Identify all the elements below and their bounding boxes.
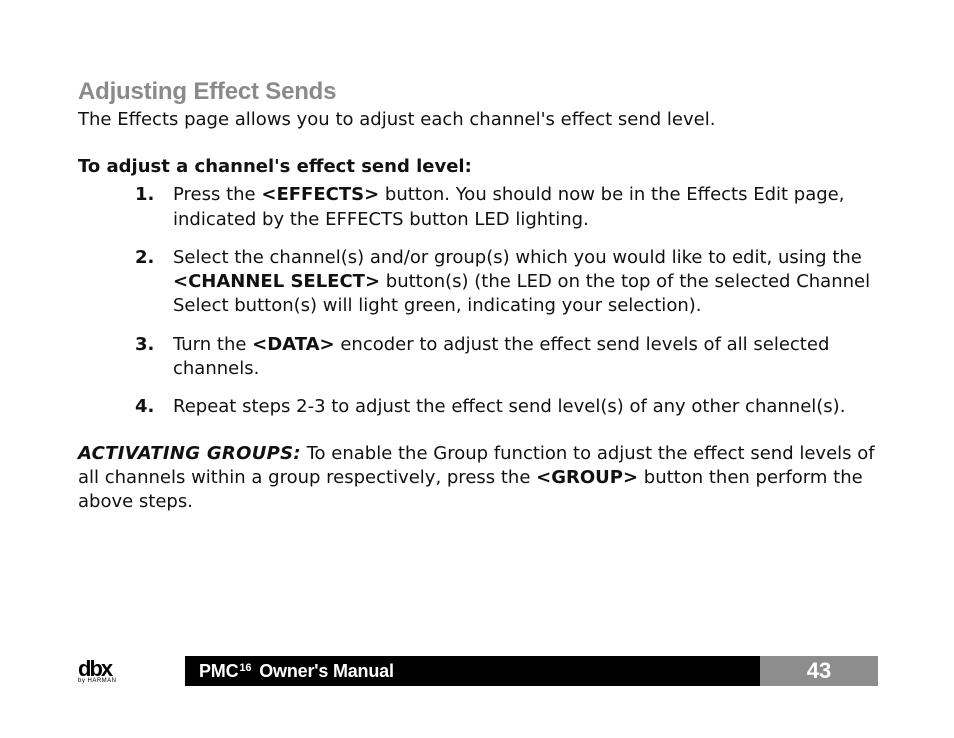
step-3-number: 3. [135,333,154,357]
page-footer: dbx by HARMAN PMC16 Owner's Manual 43 [0,656,954,686]
step-1-button-effects: <EFFECTS> [261,184,379,205]
step-2: 2. Select the channel(s) and/or group(s)… [173,246,878,319]
step-1-text-a: Press the [173,184,261,205]
step-3-button-data: <DATA> [252,334,334,355]
dbx-logo-main: dbx [78,660,111,678]
footer-product-name: PMC16 [199,661,251,682]
section-heading: Adjusting Effect Sends [78,78,878,106]
page-number-box: 43 [760,656,878,686]
step-4: 4. Repeat steps 2-3 to adjust the effect… [173,395,878,419]
step-2-number: 2. [135,246,154,270]
footer-title-bar: PMC16 Owner's Manual [185,656,760,686]
dbx-logo: dbx by HARMAN [78,658,168,686]
activating-groups-button-group: <GROUP> [536,467,638,488]
activating-groups-label: ACTIVATING GROUPS: [78,443,301,464]
step-3-text-a: Turn the [173,334,252,355]
procedure-steps: 1. Press the <EFFECTS> button. You shoul… [78,183,878,419]
page-number: 43 [807,658,831,684]
footer-pmc: PMC [199,661,238,681]
section-intro: The Effects page allows you to adjust ea… [78,108,878,132]
step-4-text: Repeat steps 2-3 to adjust the effect se… [173,396,845,417]
footer-pmc-sup: 16 [239,662,251,674]
step-2-button-channel-select: <CHANNEL SELECT> [173,271,380,292]
dbx-logo-sub: by HARMAN [78,678,117,684]
step-4-number: 4. [135,395,154,419]
step-1: 1. Press the <EFFECTS> button. You shoul… [173,183,878,232]
procedure-heading: To adjust a channel's effect send level: [78,156,878,177]
step-1-number: 1. [135,183,154,207]
step-2-text-a: Select the channel(s) and/or group(s) wh… [173,247,862,268]
activating-groups-note: ACTIVATING GROUPS: To enable the Group f… [78,442,878,515]
step-3: 3. Turn the <DATA> encoder to adjust the… [173,333,878,382]
footer-owners-manual: Owner's Manual [259,661,394,682]
